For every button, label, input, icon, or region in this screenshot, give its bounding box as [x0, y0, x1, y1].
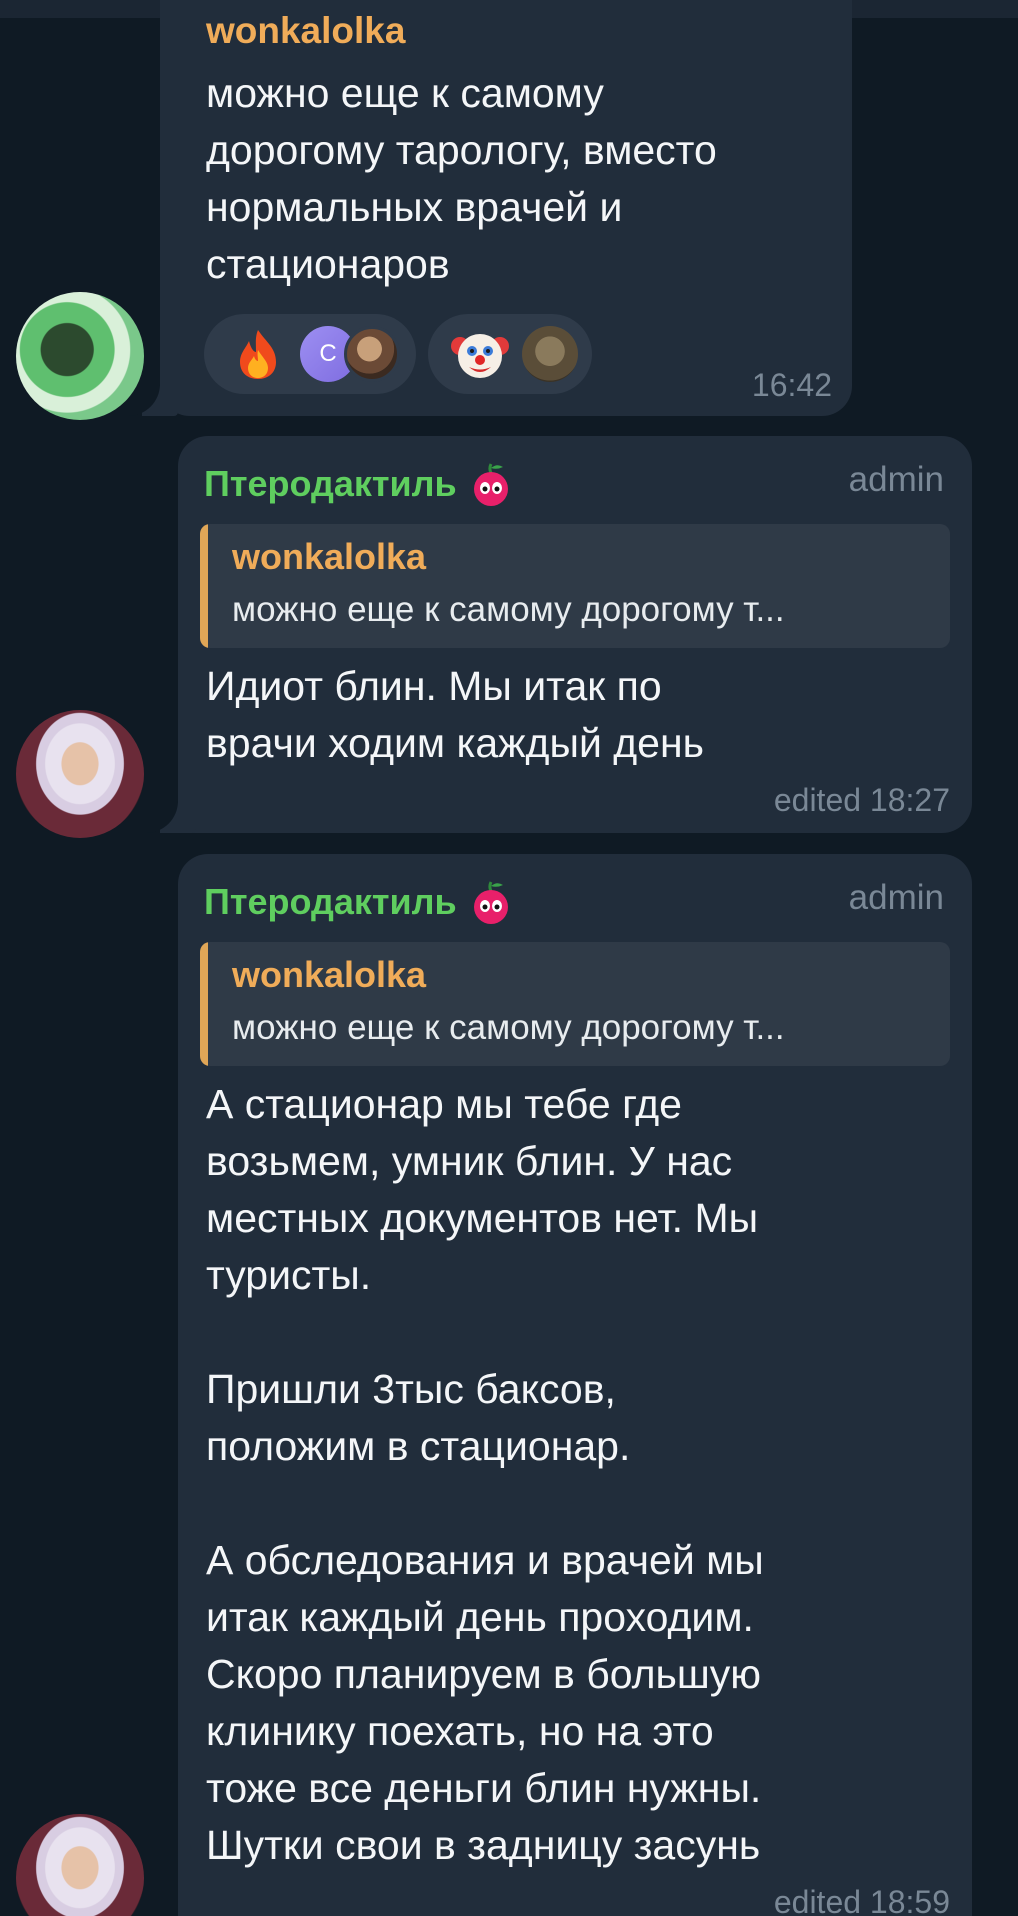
message-time: edited 18:27: [773, 782, 950, 818]
message-time: 16:42: [751, 367, 832, 403]
cherry-emoji-icon: [473, 463, 508, 506]
avatar-pterodactyl[interactable]: [16, 1814, 144, 1916]
reply-preview[interactable]: wonkalolka можно еще к самому дорогому т…: [200, 942, 950, 1066]
avatar-wonkalolka[interactable]: [16, 292, 144, 420]
bubble-tail: [146, 801, 196, 833]
reply-text: можно еще к самому дорогому т...: [232, 590, 785, 629]
sender-row: Птеродактиль: [204, 878, 515, 926]
reply-sender: wonkalolka: [232, 954, 427, 995]
cherry-emoji-icon: [473, 881, 508, 924]
reactor-avatar-creature: [522, 326, 578, 382]
message-time: edited 18:59: [773, 1884, 950, 1916]
reply-text: можно еще к самому дорогому т...: [232, 1008, 785, 1047]
fire-emoji-icon: [240, 330, 276, 379]
admin-badge: admin: [848, 460, 944, 499]
message-bubble[interactable]: Птеродактиль admin wonkalolka можно еще …: [146, 436, 972, 833]
message-text: Идиот блин. Мы итак по врачи ходим кажды…: [206, 663, 704, 766]
reply-preview[interactable]: wonkalolka можно еще к самому дорогому т…: [200, 524, 950, 648]
reply-sender: wonkalolka: [232, 536, 427, 577]
message-bubble[interactable]: wonkalolka можно еще к самому дорогому т…: [128, 0, 852, 416]
reply-bar: [200, 524, 208, 648]
clown-emoji-icon: [451, 334, 509, 378]
reaction-clown[interactable]: [428, 314, 592, 394]
message-text: А стационар мы тебе где возьмем, умник б…: [206, 1081, 764, 1868]
reactor-avatar-portrait: [344, 326, 400, 382]
sender-row: Птеродактиль: [204, 460, 515, 508]
message-bubble[interactable]: Птеродактиль admin wonkalolka можно еще …: [178, 854, 972, 1916]
chat-screen: wonkalolka можно еще к самому дорогому т…: [0, 0, 1018, 1916]
message-text: можно еще к самому дорогому тарологу, вм…: [206, 70, 717, 287]
reaction-fire[interactable]: C: [204, 314, 416, 394]
message-sender[interactable]: Птеродактиль: [204, 463, 457, 505]
bubble-tail: [128, 384, 178, 416]
avatar-pterodactyl[interactable]: [16, 710, 144, 838]
message-sender[interactable]: wonkalolka: [206, 10, 405, 52]
admin-badge: admin: [848, 878, 944, 917]
reply-bar: [200, 942, 208, 1066]
message-sender[interactable]: Птеродактиль: [204, 881, 457, 923]
